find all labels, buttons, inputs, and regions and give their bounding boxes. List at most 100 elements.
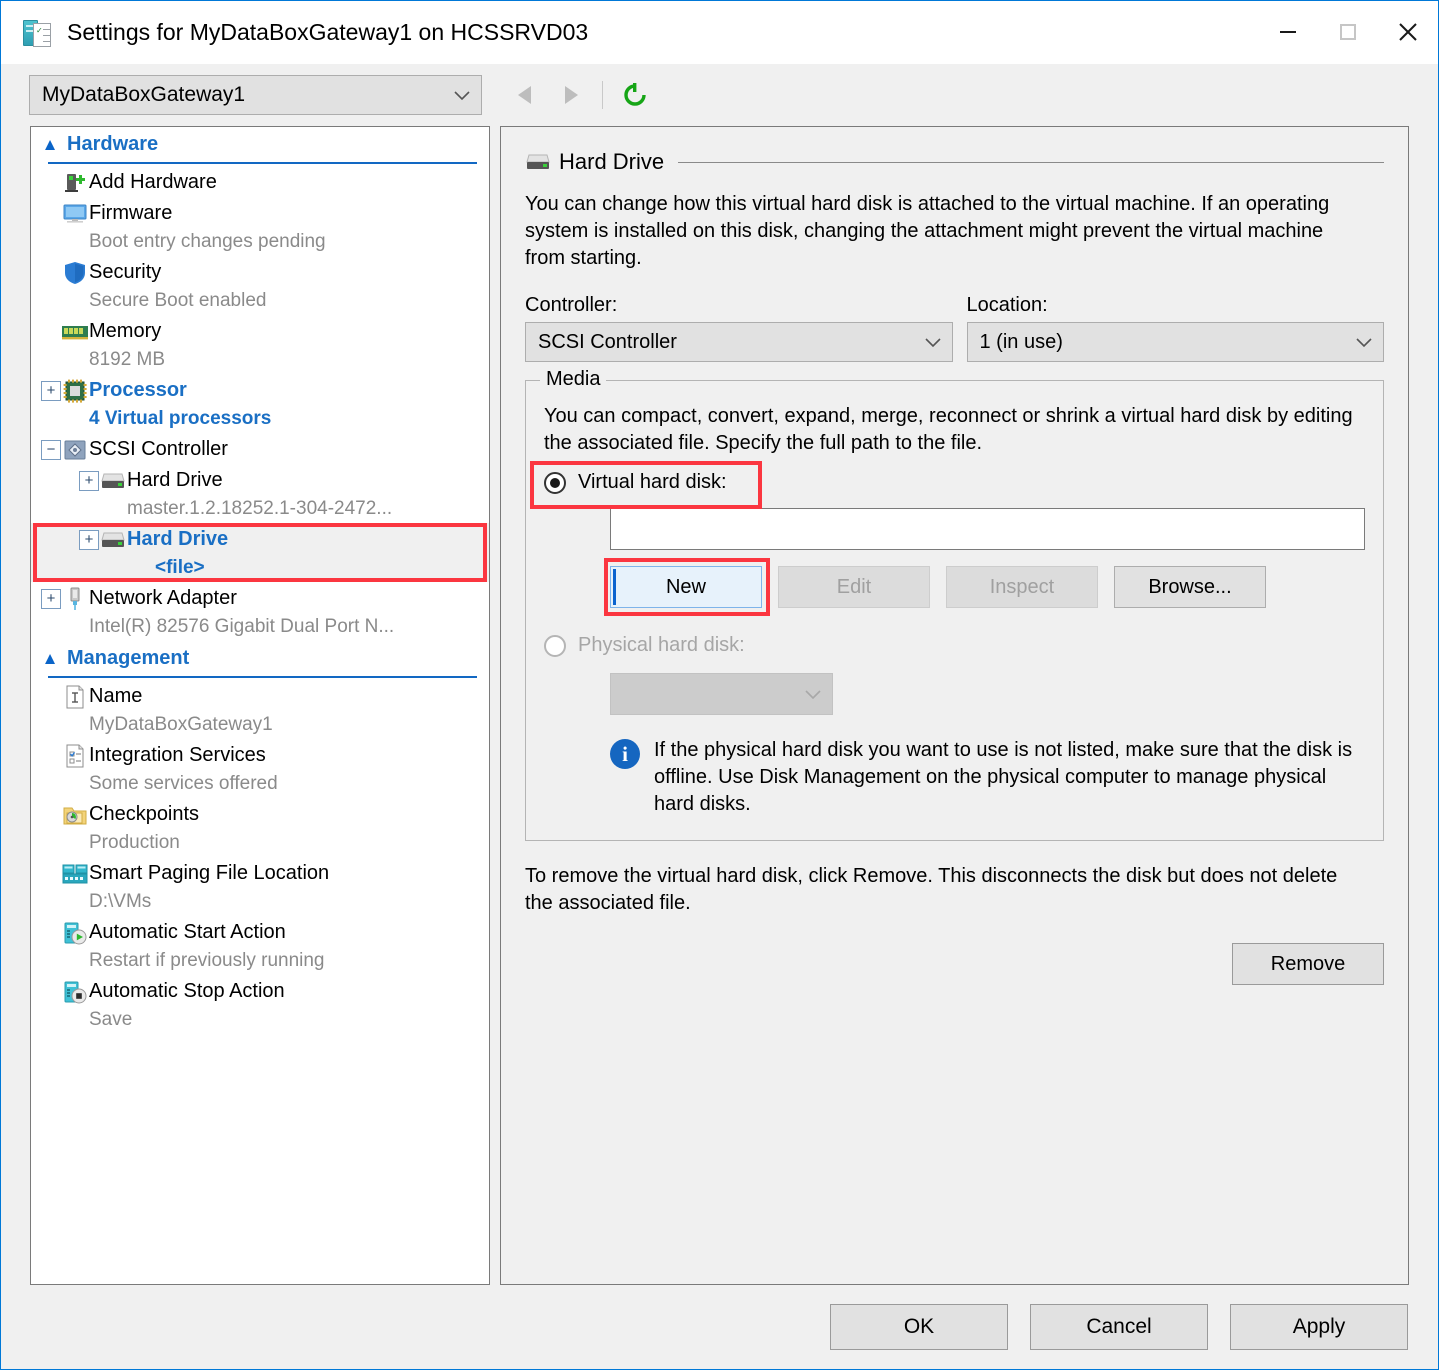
sidebar-item-label: Hard Drive [127,528,229,550]
sidebar-item-processor[interactable]: + Processor 4 Virtual processors [31,374,489,433]
collapse-caret-icon[interactable]: ▲ [39,649,61,668]
location-value: 1 (in use) [979,330,1063,353]
inspect-button[interactable]: Inspect [946,566,1098,608]
new-button[interactable]: New [610,566,762,608]
settings-tree[interactable]: ▲ Hardware Add Hardware Firmware Boot entry … [30,126,490,1285]
scsi-controller-icon [61,437,89,463]
sidebar-item-label: Firmware [89,202,173,224]
sidebar-item-hard-drive[interactable]: + Hard Drive <file> [31,523,489,582]
location-field: Location: 1 (in use) [966,294,1384,362]
section-divider [48,162,477,164]
virtual-hard-disk-label: Virtual hard disk: [578,471,727,493]
sidebar-item-sublabel: Intel(R) 82576 Gigabit Dual Port N... [89,616,395,637]
ok-button[interactable]: OK [830,1304,1008,1350]
sidebar-item-integration-services[interactable]: Integration Services Some services offere… [31,739,489,798]
vhd-path-input[interactable] [610,508,1365,550]
sidebar-section-hardware[interactable]: ▲ Hardware [31,127,489,158]
chevron-down-icon [454,90,470,100]
sidebar-item-sublabel: 4 Virtual processors [89,408,272,429]
forward-button[interactable] [548,73,592,117]
triangle-right-icon [565,86,578,104]
chevron-down-icon [805,689,821,699]
controller-label: Controller: [525,294,618,316]
info-text: If the physical hard disk you want to us… [654,739,1353,815]
location-label: Location: [966,294,1048,316]
dialog-footer: OK Cancel Apply [1,1285,1438,1369]
minimize-button[interactable] [1258,1,1318,63]
sidebar-item-sublabel: master.1.2.18252.1-304-2472... [127,498,393,519]
refresh-icon [624,83,646,106]
virtual-hard-disk-radio-row[interactable]: Virtual hard disk: [530,461,1365,509]
smart-paging-icon [61,861,89,887]
edit-button[interactable]: Edit [778,566,930,608]
expander-toggle[interactable]: + [79,471,99,491]
hard-drive-icon [525,153,559,171]
panel-header: Hard Drive [525,149,1384,175]
security-shield-icon [61,260,89,286]
media-group-label: Media [540,368,607,391]
sidebar-item-memory[interactable]: Memory 8192 MB [31,315,489,374]
add-hardware-icon [61,170,89,196]
expander-toggle[interactable]: + [79,530,99,550]
vm-selector-value: MyDataBoxGateway1 [42,83,246,106]
sidebar-item-sublabel: Save [89,1009,133,1030]
sidebar-item-name[interactable]: Name MyDataBoxGateway1 [31,680,489,739]
chevron-down-icon [924,337,941,347]
location-dropdown[interactable]: 1 (in use) [966,322,1384,362]
expander-toggle[interactable]: − [41,440,61,460]
sidebar-item-scsi-controller[interactable]: − SCSI Controller [31,433,489,464]
sidebar-item-security[interactable]: Security Secure Boot enabled [31,256,489,315]
sidebar-item-checkpoints[interactable]: Checkpoints Production [31,798,489,857]
expander-toggle[interactable]: + [41,381,61,401]
sidebar-item-label: Checkpoints [89,803,200,825]
dialog-body: ▲ Hardware Add Hardware Firmware Boot entry … [1,126,1438,1285]
sidebar-item-hard-drive[interactable]: + Hard Drive master.1.2.18252.1-304-2472..… [31,464,489,523]
network-adapter-icon [61,586,89,612]
refresh-button[interactable] [613,73,657,117]
hard-drive-icon [99,527,127,553]
sidebar-item-sublabel: Production [89,832,180,853]
remove-button[interactable]: Remove [1232,943,1384,985]
back-button[interactable] [504,73,548,117]
toolbar: MyDataBoxGateway1 [1,64,1438,126]
hard-drive-icon [99,468,127,494]
sidebar-item-sublabel: Secure Boot enabled [89,290,267,311]
panel-title: Hard Drive [559,149,665,174]
sidebar-section-label: Hardware [67,133,159,155]
chevron-down-icon [1356,337,1372,347]
controller-dropdown[interactable]: SCSI Controller [525,322,953,362]
sidebar-item-label: Name [89,685,143,707]
media-groupbox: Media You can compact, convert, expand, … [525,368,1384,841]
cancel-button[interactable]: Cancel [1030,1304,1208,1350]
expander-toggle[interactable]: + [41,589,61,609]
sidebar-item-label: Hard Drive [127,469,223,491]
remove-description: To remove the virtual hard disk, click R… [525,865,1338,914]
toolbar-separator [602,81,603,109]
virtual-hard-disk-radio[interactable] [544,471,566,494]
controller-value: SCSI Controller [538,330,677,353]
sidebar-item-network-adapter[interactable]: + Network Adapter Intel(R) 82576 Gigabit D… [31,582,489,641]
controller-location-row: Controller: SCSI Controller Location: 1 … [525,294,1384,362]
sidebar-item-label: SCSI Controller [89,438,228,460]
vm-selector-dropdown[interactable]: MyDataBoxGateway1 [29,75,482,115]
sidebar-section-management[interactable]: ▲ Management [31,641,489,672]
browse-button[interactable]: Browse... [1114,566,1266,608]
sidebar-item-firmware[interactable]: Firmware Boot entry changes pending [31,197,489,256]
auto-start-icon [61,920,89,946]
sidebar-item-automatic-stop-action[interactable]: Automatic Stop Action Save [31,975,489,1034]
maximize-button[interactable] [1318,1,1378,63]
processor-chip-icon [61,378,89,404]
sidebar-item-automatic-start-action[interactable]: Automatic Start Action Restart if previou… [31,916,489,975]
sidebar-item-sublabel: Restart if previously running [89,950,325,971]
physical-hard-disk-radio-row[interactable]: Physical hard disk: [544,634,1365,657]
integration-services-icon [61,743,89,769]
sidebar-item-label: Security [89,261,162,283]
sidebar-item-sublabel: Boot entry changes pending [89,231,326,252]
collapse-caret-icon[interactable]: ▲ [39,135,61,154]
sidebar-item-add-hardware[interactable]: Add Hardware [31,166,489,197]
apply-button[interactable]: Apply [1230,1304,1408,1350]
physical-disk-dropdown[interactable] [610,673,833,715]
sidebar-item-smart-paging-file-location[interactable]: Smart Paging File Location D:\VMs [31,857,489,916]
physical-hard-disk-radio[interactable] [544,634,566,657]
close-button[interactable] [1378,1,1438,63]
